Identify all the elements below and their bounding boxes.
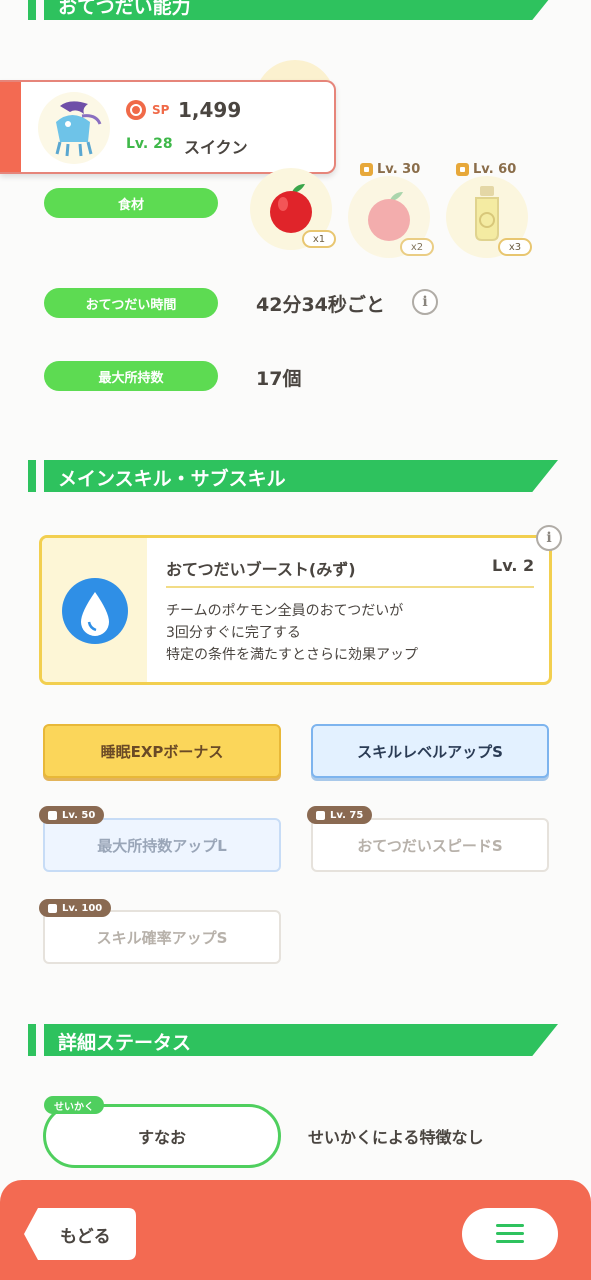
pokemon-summary-card[interactable]: SP 1,499 Lv. 28 スイクン	[0, 80, 336, 174]
main-skill-info-icon[interactable]: i	[536, 525, 562, 551]
max-carry-value: 17個	[256, 368, 302, 390]
back-button[interactable]: もどる	[24, 1208, 136, 1260]
help-time-label: おてつだい時間	[44, 288, 218, 318]
ingredient-slot-1[interactable]: x1	[250, 168, 336, 250]
sp-label: SP	[152, 103, 170, 117]
divider	[166, 586, 534, 588]
pokemon-avatar	[38, 92, 110, 164]
lock-icon	[360, 163, 373, 176]
ingredient-unlock-2: Lv. 30	[360, 162, 420, 177]
ingredient-unlock-3: Lv. 60	[456, 162, 516, 177]
main-skill-name: おてつだいブースト(みず)	[166, 560, 356, 579]
lock-icon	[456, 163, 469, 176]
help-time-value: 42分34秒ごと	[256, 294, 385, 316]
footer-bar: もどる	[0, 1180, 591, 1280]
sp-icon	[126, 100, 146, 120]
lock-icon	[316, 810, 325, 820]
max-carry-label: 最大所持数	[44, 361, 218, 391]
main-skill-description: チームのポケモン全員のおてつだいが 3回分すぐに完了する 特定の条件を満たすとさ…	[166, 603, 418, 663]
menu-button[interactable]	[462, 1208, 558, 1260]
card-accent	[0, 82, 21, 172]
ingredient-slot-2[interactable]: x2	[348, 176, 434, 258]
sub-skill-lock-tag: Lv. 75	[307, 806, 373, 824]
sp-value: 1,499	[178, 98, 242, 122]
ingredient-qty: x1	[302, 230, 336, 248]
pokemon-level: Lv. 28	[126, 136, 173, 152]
water-drop-icon	[62, 578, 128, 644]
ingredient-qty: x2	[400, 238, 434, 256]
suicune-icon	[55, 101, 102, 157]
lock-icon	[48, 903, 57, 913]
hamburger-icon	[496, 1224, 524, 1243]
section-header-detail-status: 詳細ステータス	[28, 1024, 558, 1056]
lock-icon	[48, 810, 57, 820]
pokemon-name: スイクン	[184, 138, 248, 157]
sub-skill-max-carry-up-l[interactable]: 最大所持数アップL	[43, 818, 281, 872]
ingredient-slot-3[interactable]: x3	[446, 176, 532, 258]
main-skill-card[interactable]: おてつだいブースト(みず) Lv. 2 チームのポケモン全員のおてつだいが 3回…	[39, 535, 552, 685]
ingredients-label: 食材	[44, 188, 218, 218]
sub-skill-sleep-exp-bonus[interactable]: 睡眠EXPボーナス	[43, 724, 281, 778]
sub-skill-lock-tag: Lv. 50	[39, 806, 105, 824]
section-header-skill-ability: おてつだい能力	[28, 0, 558, 20]
section-title: 詳細ステータス	[58, 1032, 192, 1054]
nature-effect: せいかくによる特徴なし	[308, 1128, 484, 1147]
sub-skill-help-speed-s[interactable]: おてつだいスピードS	[311, 818, 549, 872]
sub-skill-lock-tag: Lv. 100	[39, 899, 112, 917]
main-skill-level: Lv. 2	[492, 556, 535, 575]
back-label: もどる	[60, 1227, 111, 1247]
nature-tag: せいかく	[44, 1096, 104, 1114]
section-title: おてつだい能力	[58, 0, 191, 18]
help-time-info-icon[interactable]: i	[412, 289, 438, 315]
main-skill-icon-panel	[42, 538, 147, 682]
section-title: メインスキル・サブスキル	[58, 468, 286, 490]
section-header-main-sub-skill: メインスキル・サブスキル	[28, 460, 558, 492]
ingredient-qty: x3	[498, 238, 532, 256]
sub-skill-skill-level-up-s[interactable]: スキルレベルアップS	[311, 724, 549, 778]
sub-skill-skill-chance-up-s[interactable]: スキル確率アップS	[43, 910, 281, 964]
